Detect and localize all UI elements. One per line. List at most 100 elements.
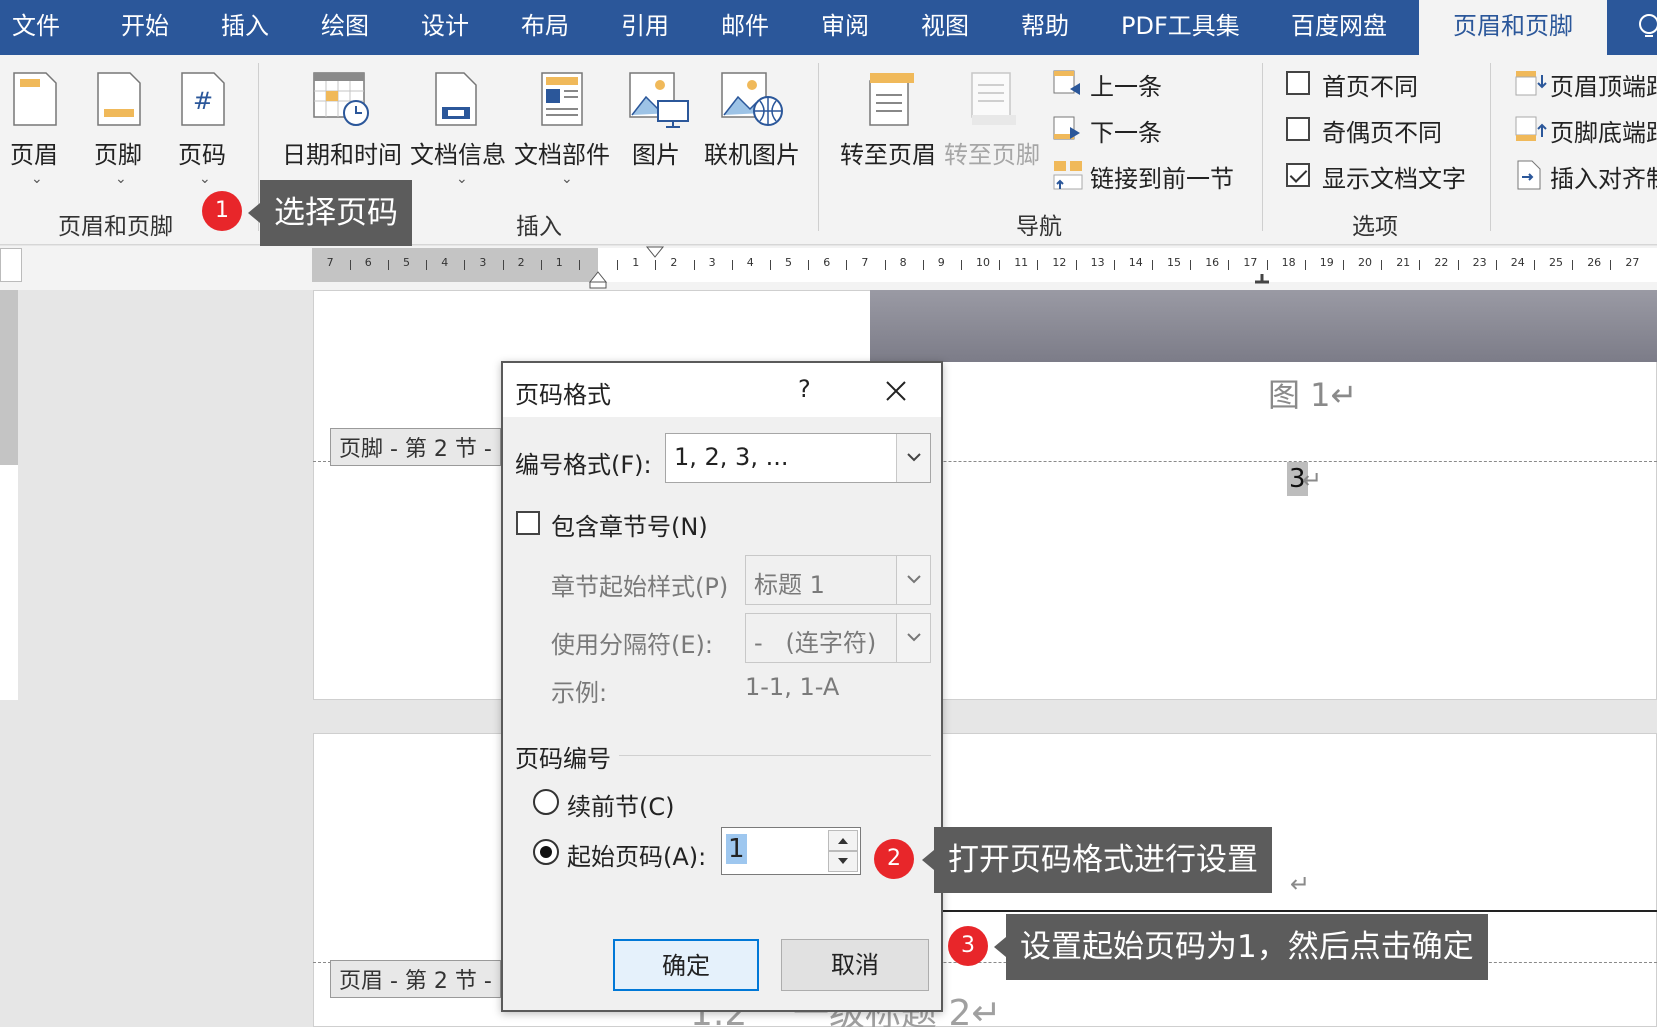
- previous-button[interactable]: 上一条: [1090, 67, 1162, 102]
- ruler-number-right-2: 3: [708, 256, 716, 269]
- tab-stop-marker[interactable]: [1252, 272, 1272, 286]
- chevron-down-icon[interactable]: ⌄: [561, 171, 573, 187]
- footer-button[interactable]: 页脚: [94, 135, 142, 170]
- start-at-label: 起始页码(A):: [567, 843, 707, 871]
- page-number-button[interactable]: 页码: [178, 135, 226, 170]
- ruler-tick-l3: [464, 260, 466, 270]
- tab-review[interactable]: 审阅: [821, 0, 869, 55]
- goto-header-button[interactable]: 转至页眉: [840, 135, 936, 170]
- spin-up-button[interactable]: [828, 830, 858, 851]
- callout-2: 打开页码格式进行设置: [922, 827, 1272, 893]
- ruler-number-left-6: 1: [555, 256, 563, 269]
- group-label-options: 选项: [1352, 214, 1398, 240]
- tab-help[interactable]: 帮助: [1021, 0, 1069, 55]
- footer-bottom-distance[interactable]: 页脚底端距: [1550, 113, 1657, 148]
- ruler-number-right-4: 5: [785, 256, 792, 269]
- chevron-down-icon[interactable]: ⌄: [456, 171, 468, 187]
- tab-references[interactable]: 引用: [621, 0, 669, 55]
- chevron-down-icon[interactable]: ⌄: [31, 171, 43, 187]
- page-number-icon: #: [181, 72, 225, 126]
- ruler-tick-r12: [1075, 260, 1077, 270]
- ok-button[interactable]: 确定: [613, 939, 759, 991]
- chapter-style-select[interactable]: 标题 1: [745, 555, 931, 605]
- ruler-number-right-8: 9: [937, 256, 945, 269]
- close-icon[interactable]: [885, 380, 907, 402]
- cancel-button[interactable]: 取消: [781, 939, 929, 991]
- insert-alignment-tab[interactable]: 插入对齐制: [1550, 159, 1657, 194]
- group-divider: [1262, 63, 1263, 231]
- ruler-tick-r5: [808, 260, 810, 270]
- ruler-number-right-20: 21: [1396, 256, 1411, 269]
- tab-draw[interactable]: 绘图: [321, 0, 369, 55]
- tab-home[interactable]: 开始: [121, 0, 169, 55]
- ruler-tick-r25: [1572, 260, 1574, 270]
- calendar-clock-icon: [313, 72, 369, 126]
- ruler-number-right-5: 6: [823, 256, 831, 269]
- ruler-number-right-0: 1: [632, 256, 640, 269]
- callout-1: 选择页码: [248, 180, 412, 246]
- next-button[interactable]: 下一条: [1090, 113, 1162, 148]
- tab-pdf-tools[interactable]: PDF工具集: [1121, 0, 1240, 55]
- ruler-tick-r23: [1495, 260, 1497, 270]
- step-badge-2: 2: [874, 839, 914, 879]
- online-picture-button[interactable]: 联机图片: [704, 135, 800, 170]
- ruler-number-left-0: 7: [326, 256, 334, 269]
- separator-select[interactable]: - (连字符): [745, 613, 931, 663]
- separator-label: 使用分隔符(E):: [551, 631, 713, 659]
- tab-layout[interactable]: 布局: [521, 0, 569, 55]
- ruler-number-right-3: 4: [746, 256, 754, 269]
- tab-file[interactable]: 文件: [12, 0, 60, 55]
- chevron-down-icon[interactable]: ⌄: [199, 171, 211, 187]
- dropdown-button[interactable]: [896, 556, 930, 604]
- ruler-tick-l4: [502, 260, 504, 270]
- spin-down-button[interactable]: [828, 851, 858, 872]
- ruler-number-left-4: 3: [479, 256, 487, 269]
- goto-footer-button[interactable]: 转至页脚: [944, 135, 1040, 170]
- show-document-text-checkbox[interactable]: [1286, 163, 1310, 187]
- ruler-tick-r19: [1342, 260, 1344, 270]
- ruler-number-right-22: 23: [1472, 256, 1487, 269]
- start-at-radio[interactable]: [533, 839, 559, 865]
- document-info-button[interactable]: 文档信息: [410, 135, 506, 170]
- ruler-number-right-13: 14: [1128, 256, 1143, 269]
- tab-header-footer[interactable]: 页眉和页脚: [1419, 0, 1607, 55]
- ruler-tick-r24: [1533, 260, 1535, 270]
- start-at-input[interactable]: 1: [721, 827, 861, 875]
- ruler-tick-r14: [1151, 260, 1153, 270]
- picture-button[interactable]: 图片: [632, 135, 680, 170]
- continue-previous-radio[interactable]: [533, 789, 559, 815]
- chevron-down-icon[interactable]: ⌄: [115, 171, 127, 187]
- include-chapter-checkbox[interactable]: [516, 511, 540, 535]
- quick-parts-button[interactable]: 文档部件: [514, 135, 610, 170]
- ruler-number-right-12: 13: [1090, 256, 1105, 269]
- tab-insert[interactable]: 插入: [221, 0, 269, 55]
- left-indent-marker[interactable]: [588, 268, 608, 290]
- picture-icon: [629, 72, 689, 128]
- tab-view[interactable]: 视图: [921, 0, 969, 55]
- header-icon: [13, 72, 57, 126]
- header-button[interactable]: 页眉: [10, 135, 58, 170]
- start-at-value: 1: [726, 834, 747, 864]
- section-divider: [619, 755, 931, 756]
- link-previous-button[interactable]: 链接到前一节: [1090, 159, 1234, 194]
- help-button[interactable]: ?: [798, 375, 811, 403]
- callout-3: 设置起始页码为1，然后点击确定: [994, 914, 1488, 980]
- different-first-page-checkbox[interactable]: [1286, 71, 1310, 95]
- tab-mailings[interactable]: 邮件: [721, 0, 769, 55]
- first-line-indent-marker[interactable]: [645, 245, 665, 263]
- footnote-rule: [940, 910, 1657, 912]
- ruler-number-right-24: 25: [1549, 256, 1563, 269]
- different-odd-even-checkbox[interactable]: [1286, 117, 1310, 141]
- insert-alignment-tab-icon: [1517, 160, 1541, 190]
- number-format-select[interactable]: 1, 2, 3, ...: [665, 433, 931, 483]
- tab-baidu-netdisk[interactable]: 百度网盘: [1291, 0, 1387, 55]
- dropdown-button[interactable]: [896, 434, 930, 482]
- dropdown-button[interactable]: [896, 614, 930, 662]
- date-time-button[interactable]: 日期和时间: [282, 135, 402, 170]
- tab-design[interactable]: 设计: [421, 0, 469, 55]
- lightbulb-icon[interactable]: [1636, 12, 1657, 42]
- group-label-insert: 插入: [516, 214, 562, 240]
- ruler-number-left-2: 5: [403, 256, 410, 269]
- paragraph-mark: ↵: [1290, 870, 1311, 898]
- header-top-distance[interactable]: 页眉顶端距: [1550, 67, 1657, 102]
